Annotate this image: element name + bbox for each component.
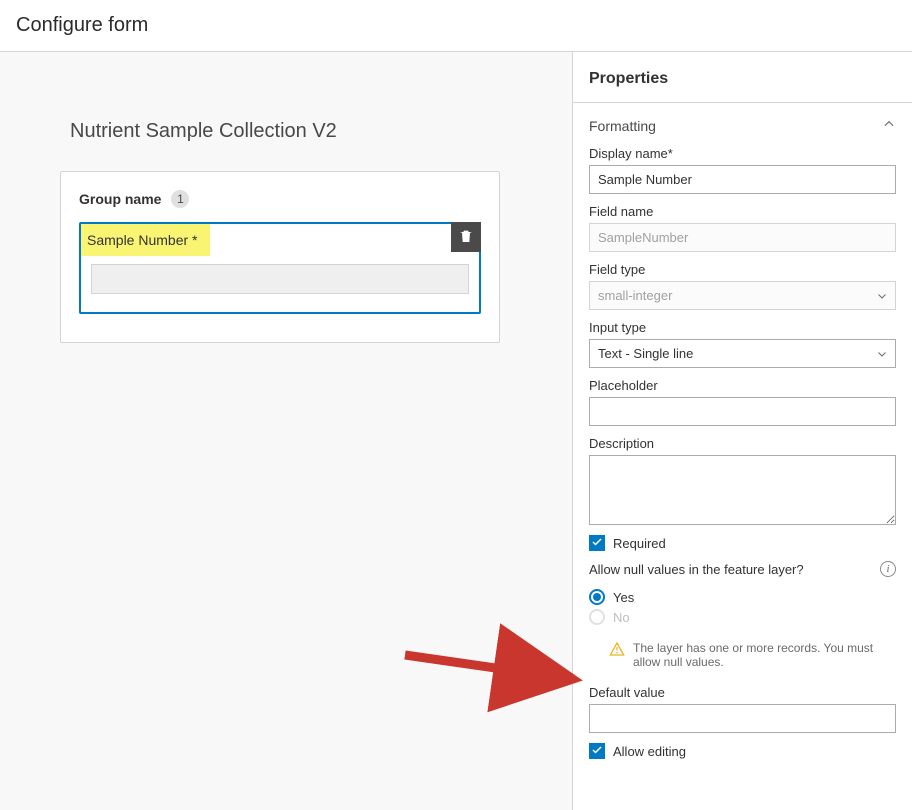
group-count-badge: 1: [171, 190, 189, 208]
null-yes-radio[interactable]: [589, 589, 605, 605]
delete-field-button[interactable]: [451, 222, 481, 252]
form-field-item[interactable]: Sample Number *: [79, 222, 481, 314]
section-label: Formatting: [589, 118, 656, 134]
required-checkbox[interactable]: [589, 535, 605, 551]
field-type-select: [589, 281, 896, 310]
display-name-label: Display name*: [589, 146, 896, 161]
form-group-card[interactable]: Group name 1 Sample Number *: [60, 171, 500, 343]
field-name-input: [589, 223, 896, 252]
info-icon[interactable]: i: [880, 561, 896, 577]
input-type-select[interactable]: [589, 339, 896, 368]
required-label: Required: [613, 536, 666, 551]
field-type-label: Field type: [589, 262, 896, 277]
default-value-label: Default value: [589, 685, 896, 700]
warning-text: The layer has one or more records. You m…: [633, 641, 896, 669]
default-value-input[interactable]: [589, 704, 896, 733]
form-canvas: Nutrient Sample Collection V2 Group name…: [0, 52, 572, 810]
check-icon: [591, 744, 603, 759]
placeholder-input[interactable]: [589, 397, 896, 426]
null-no-label: No: [613, 610, 630, 625]
allow-editing-checkbox[interactable]: [589, 743, 605, 759]
null-values-question: Allow null values in the feature layer?: [589, 562, 804, 577]
warning-icon: [609, 641, 625, 669]
display-name-input[interactable]: [589, 165, 896, 194]
input-type-label: Input type: [589, 320, 896, 335]
description-label: Description: [589, 436, 896, 451]
properties-panel: Properties Formatting Display name* Fiel…: [572, 52, 912, 810]
group-name-label: Group name: [79, 191, 161, 207]
chevron-up-icon: [882, 117, 896, 134]
properties-title: Properties: [573, 52, 912, 103]
placeholder-label: Placeholder: [589, 378, 896, 393]
trash-icon: [458, 228, 474, 247]
page-title: Configure form: [0, 0, 912, 52]
check-icon: [591, 536, 603, 551]
field-input-preview: [91, 264, 469, 294]
field-name-label: Field name: [589, 204, 896, 219]
field-label: Sample Number *: [81, 224, 210, 256]
null-no-radio: [589, 609, 605, 625]
null-yes-label: Yes: [613, 590, 634, 605]
form-title: Nutrient Sample Collection V2: [70, 120, 337, 143]
allow-editing-label: Allow editing: [613, 744, 686, 759]
section-formatting-header[interactable]: Formatting: [573, 103, 912, 142]
description-textarea[interactable]: [589, 455, 896, 525]
